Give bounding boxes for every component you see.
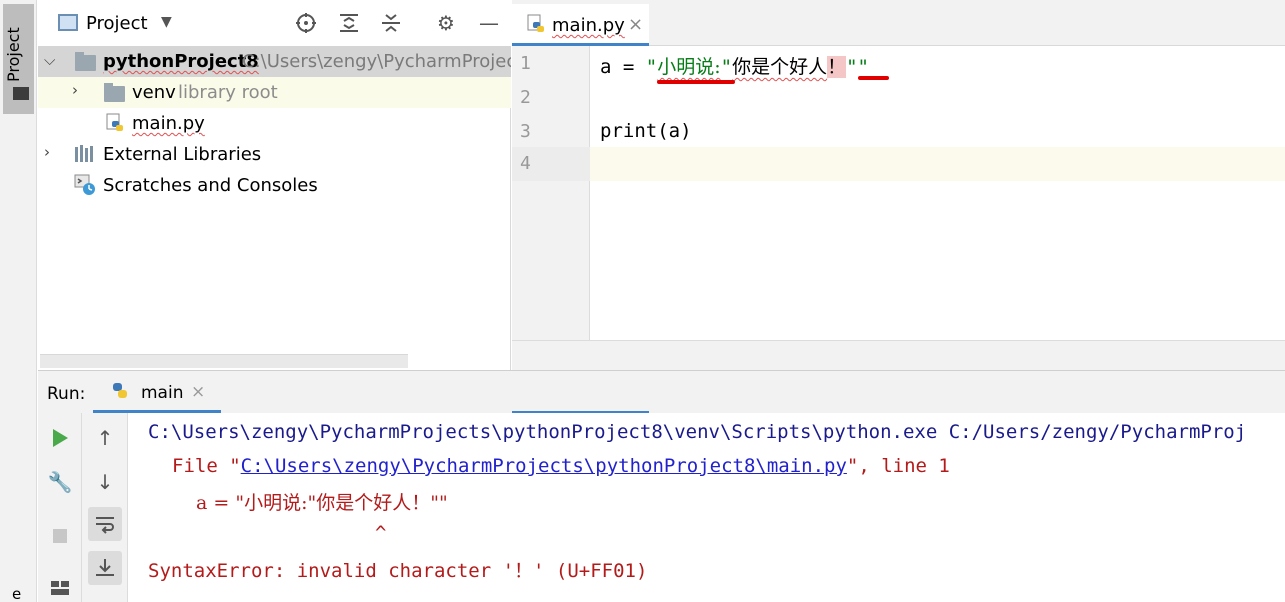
locate-file-icon[interactable]	[293, 10, 319, 36]
collapse-all-icon[interactable]	[378, 10, 404, 36]
line-gutter: 1 2 3	[512, 46, 590, 340]
editor: main.py × 1 2 3 4 a = "小明说:"你是个好人！"" pri…	[512, 0, 1285, 370]
console-file-link[interactable]: C:\Users\zengy\PycharmProjects\pythonPro…	[241, 455, 847, 477]
run-tab-label: main	[141, 383, 184, 403]
error-annotation-mark	[657, 80, 735, 84]
print-icon[interactable]: –	[88, 593, 122, 602]
project-tool-label: Project	[4, 27, 23, 82]
ide-window: Project e Project ▼ ⚙ — ⌵ pythonProject8…	[0, 0, 1285, 602]
editor-bottom-bar	[512, 340, 1285, 370]
line-number: 1	[520, 53, 531, 74]
chevron-right-icon[interactable]: ›	[72, 81, 78, 99]
library-icon	[75, 145, 93, 162]
tree-item-project-root[interactable]: ⌵ pythonProject8 C:\Users\zengy\PycharmP…	[38, 46, 511, 77]
run-label: Run:	[47, 384, 86, 404]
arrow-down-icon[interactable]: ↓	[88, 465, 122, 499]
divider	[512, 411, 649, 413]
external-libraries-label: External Libraries	[103, 144, 262, 165]
soft-wrap-icon[interactable]	[88, 507, 122, 541]
close-icon[interactable]: ×	[628, 14, 643, 35]
console-source-text: a = "小明说:"你是个好人！""	[196, 492, 448, 514]
project-tool-window-tab[interactable]: Project	[3, 4, 34, 114]
code-line-1[interactable]: a = "小明说:"你是个好人！""	[600, 52, 869, 79]
venv-hint: library root	[178, 82, 278, 103]
run-panel: Run: main × 🔧 ↑ ↓ C:\Users\zengy\Pycharm…	[38, 370, 1285, 602]
strip-bottom-text: e	[12, 585, 22, 602]
project-header: Project ▼ ⚙ —	[38, 0, 511, 46]
chevron-right-icon[interactable]: ›	[44, 143, 50, 161]
python-icon	[113, 383, 127, 398]
line-number: 3	[520, 121, 531, 142]
run-actions-bar: 🔧	[38, 413, 82, 602]
run-tab-main[interactable]: main ×	[93, 371, 221, 413]
stop-icon[interactable]	[43, 519, 77, 553]
project-window-icon	[58, 14, 78, 31]
project-view-selector[interactable]: Project	[86, 13, 148, 34]
project-root-name: pythonProject8	[103, 51, 259, 72]
invalid-character: ！	[827, 56, 847, 78]
console-caret: ^	[375, 522, 387, 544]
horizontal-scrollbar[interactable]	[40, 354, 408, 368]
layout-icon[interactable]	[43, 571, 77, 602]
expand-all-icon[interactable]	[336, 10, 362, 36]
project-root-path: C:\Users\zengy\PycharmProjects\	[242, 51, 511, 72]
scratches-icon	[74, 174, 95, 195]
gear-icon[interactable]: ⚙	[433, 10, 459, 36]
tree-item-scratches[interactable]: Scratches and Consoles	[38, 170, 511, 201]
code-prefix: a =	[600, 56, 646, 78]
string-quote: "	[645, 56, 658, 78]
string-literal: 小明说:	[657, 56, 721, 78]
folder-icon	[75, 52, 96, 71]
error-annotation-mark	[858, 76, 889, 80]
console-source-line: a = "小明说:"你是个好人！""	[196, 488, 448, 515]
arrow-up-icon[interactable]: ↑	[88, 421, 122, 455]
scroll-to-end-icon[interactable]	[88, 551, 122, 585]
close-icon[interactable]: ×	[191, 382, 205, 402]
editor-tab-main-py[interactable]: main.py ×	[512, 4, 649, 46]
line-number: 4	[520, 153, 531, 174]
string-quote: ""	[846, 56, 869, 78]
current-line-highlight	[512, 147, 1285, 181]
chevron-down-icon[interactable]: ⌵	[44, 51, 55, 69]
line-number: 2	[520, 87, 531, 108]
console-file-suffix: ", line 1	[846, 455, 950, 477]
string-quote: "	[720, 56, 733, 78]
scratches-label: Scratches and Consoles	[103, 175, 318, 196]
folder-icon	[104, 83, 125, 102]
venv-name: venv	[132, 82, 176, 103]
python-file-icon	[106, 113, 123, 131]
wrench-icon[interactable]: 🔧	[43, 465, 77, 499]
rerun-icon[interactable]	[43, 421, 77, 455]
current-line-gutter: 4	[512, 147, 590, 181]
minimize-icon[interactable]: —	[476, 10, 502, 36]
console-file-line: File "C:\Users\zengy\PycharmProjects\pyt…	[172, 455, 950, 477]
python-file-icon	[527, 14, 544, 32]
file-name: main.py	[132, 113, 205, 134]
tree-item-external-libraries[interactable]: › External Libraries	[38, 139, 511, 170]
editor-tab-bar: main.py ×	[512, 0, 1285, 46]
left-tool-strip: Project e	[0, 0, 37, 602]
tree-item-main-py[interactable]: main.py	[38, 108, 511, 139]
folder-icon	[13, 87, 29, 100]
unquoted-text: 你是个好人	[732, 56, 828, 78]
chevron-down-icon[interactable]: ▼	[161, 14, 172, 30]
console-actions-bar: ↑ ↓ –	[82, 413, 128, 602]
project-pane: Project ▼ ⚙ — ⌵ pythonProject8 C:\Users\…	[38, 0, 511, 370]
console-command-line: C:\Users\zengy\PycharmProjects\pythonPro…	[148, 421, 1247, 443]
tree-item-venv[interactable]: › venv library root	[38, 77, 511, 108]
tab-label: main.py	[552, 15, 625, 36]
run-header: Run: main ×	[38, 371, 1285, 413]
console-error-line: SyntaxError: invalid character '！' (U+FF…	[148, 560, 648, 582]
code-line-3[interactable]: print(a)	[600, 120, 692, 142]
console-file-prefix: File "	[172, 455, 241, 477]
